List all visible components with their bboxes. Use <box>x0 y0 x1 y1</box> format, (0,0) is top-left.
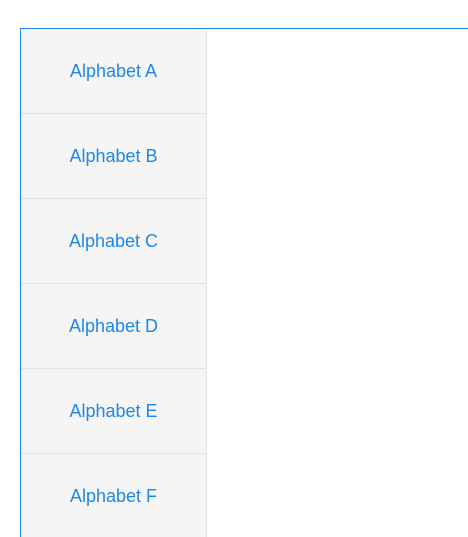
tab-alphabet-c[interactable]: Alphabet C <box>21 199 206 284</box>
tab-label: Alphabet A <box>69 60 158 81</box>
tab-label: Alphabet B <box>69 145 158 166</box>
tab-alphabet-b[interactable]: Alphabet B <box>21 114 206 199</box>
tab-alphabet-a[interactable]: Alphabet A <box>21 29 206 114</box>
tab-list: Alphabet A Alphabet B Alphabet C Alphabe… <box>21 29 207 537</box>
tab-label: Alphabet C <box>68 230 159 251</box>
tab-label: Alphabet D <box>68 315 159 336</box>
tab-label: Alphabet E <box>69 400 158 421</box>
tab-alphabet-d[interactable]: Alphabet D <box>21 284 206 369</box>
tab-alphabet-f[interactable]: Alphabet F <box>21 454 206 537</box>
vertical-tab-panel: Alphabet A Alphabet B Alphabet C Alphabe… <box>20 28 468 537</box>
tab-label: Alphabet F <box>69 486 158 506</box>
tab-alphabet-e[interactable]: Alphabet E <box>21 369 206 454</box>
